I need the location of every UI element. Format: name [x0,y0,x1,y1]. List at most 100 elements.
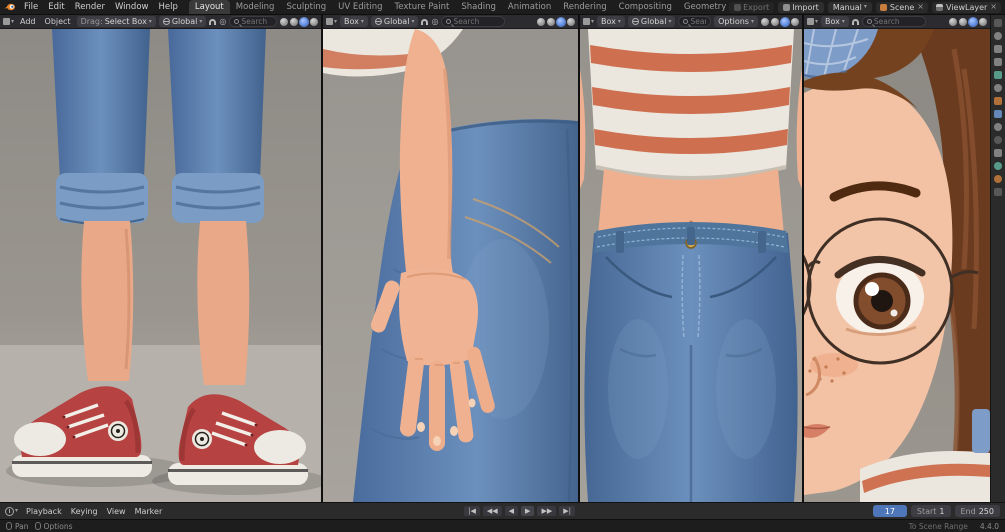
view-layer-properties-icon[interactable] [994,58,1002,66]
export-button[interactable]: Export [729,1,775,13]
previous-keyframe-button[interactable]: ◀◀ [482,505,502,517]
viewport-1-canvas[interactable] [0,29,321,502]
editor-type-icon[interactable]: ▾ [583,18,594,25]
viewport-2-header: ▾ Box ▾ Global ▾ ◎ [323,15,578,29]
wireframe-shading-icon[interactable] [761,17,769,26]
menu-help[interactable]: Help [153,2,182,12]
solid-shading-icon[interactable] [959,17,967,26]
wireframe-shading-icon[interactable] [537,17,545,26]
editor-type-icon[interactable]: ▾ [326,18,337,25]
tab-uv-editing[interactable]: UV Editing [332,0,388,14]
menu-file[interactable]: File [19,2,43,12]
search-input[interactable] [453,17,501,26]
menu-edit[interactable]: Edit [43,2,69,12]
editor-type-icon[interactable]: ▾ [3,18,14,25]
snap-magnet-icon[interactable] [209,18,217,25]
import-button[interactable]: Import [778,1,824,13]
tab-layout[interactable]: Layout [188,0,230,14]
active-tool-dropdown[interactable]: Box ▾ [597,16,625,27]
wireframe-shading-icon[interactable] [949,17,957,26]
timeline-editor-type-icon[interactable]: ▾ [5,506,18,516]
tab-animation[interactable]: Animation [502,0,557,14]
particles-properties-icon[interactable] [994,123,1002,131]
search-input[interactable] [873,17,921,26]
add-menu[interactable]: Add [17,17,39,26]
snap-magnet-icon[interactable] [421,18,429,25]
options-hint: Options [34,522,73,531]
proportional-editing-icon[interactable]: ◎ [219,17,226,26]
jump-to-end-button[interactable]: ▶| [559,505,575,517]
start-frame-field[interactable]: Start 1 [910,505,951,517]
snap-magnet-icon[interactable] [851,18,859,25]
tab-texture-paint[interactable]: Texture Paint [389,0,456,14]
scene-unlink-icon[interactable]: × [917,3,924,11]
scene-properties-icon[interactable] [994,71,1002,79]
solid-shading-icon[interactable] [290,17,298,26]
chevron-down-icon: ▾ [591,17,595,25]
rendered-shading-icon[interactable] [791,17,799,26]
viewport-2-canvas[interactable] [323,29,578,502]
proportional-editing-icon[interactable]: ◎ [431,17,438,26]
manual-button[interactable]: Manual ▾ [827,1,872,13]
orientation-dropdown[interactable]: Global ▾ [370,16,419,27]
marker-menu[interactable]: Marker [131,507,167,516]
tab-rendering[interactable]: Rendering [557,0,612,14]
material-preview-icon[interactable] [781,17,789,26]
render-properties-icon[interactable] [994,32,1002,40]
viewlayer-remove-icon[interactable]: × [990,3,997,11]
object-properties-icon[interactable] [994,97,1002,105]
play-reverse-button[interactable]: ◀ [504,505,519,517]
search-icon [446,19,452,24]
jump-to-start-button[interactable]: |◀ [464,505,480,517]
tab-geometry-nodes[interactable]: Geometry Nodes [678,0,729,14]
object-data-properties-icon[interactable] [994,162,1002,170]
material-preview-icon[interactable] [557,17,565,26]
world-properties-icon[interactable] [994,84,1002,92]
play-button[interactable]: ▶ [521,505,535,517]
view-menu[interactable]: View [103,507,130,516]
tab-compositing[interactable]: Compositing [613,0,678,14]
keying-menu[interactable]: Keying [67,507,102,516]
viewport-4-canvas[interactable] [804,29,990,502]
material-preview-icon[interactable] [300,17,308,26]
scene-selector[interactable]: Scene × [875,1,928,13]
material-properties-icon[interactable] [994,175,1002,183]
active-tool-dropdown[interactable]: Drag: Select Box ▾ [76,16,156,27]
texture-properties-icon[interactable] [994,188,1002,196]
next-keyframe-button[interactable]: ▶▶ [537,505,557,517]
viewlayer-selector[interactable]: ViewLayer × [932,1,1001,13]
solid-shading-icon[interactable] [547,17,555,26]
editor-type-icon[interactable]: ▾ [807,18,818,25]
active-tool-dropdown[interactable]: Box ▾ [340,16,368,27]
viewport-3-canvas[interactable] [580,29,802,502]
search-input[interactable] [241,17,272,26]
options-dropdown[interactable]: Options ▾ [714,16,758,27]
search-input[interactable] [690,17,707,26]
wireframe-shading-icon[interactable] [280,17,288,26]
constraints-properties-icon[interactable] [994,149,1002,157]
tab-shading[interactable]: Shading [455,0,502,14]
physics-properties-icon[interactable] [994,136,1002,144]
menu-render[interactable]: Render [70,2,110,12]
shading-mode-group [761,17,799,26]
output-properties-icon[interactable] [994,45,1002,53]
rendered-shading-icon[interactable] [310,17,318,26]
tab-sculpting[interactable]: Sculpting [280,0,332,14]
viewport-3-header: ▾ Box ▾ Global ▾ Options [580,15,802,29]
tab-modeling[interactable]: Modeling [230,0,281,14]
solid-shading-icon[interactable] [771,17,779,26]
modifier-properties-icon[interactable] [994,110,1002,118]
end-frame-field[interactable]: End 250 [954,505,1000,517]
current-frame-field[interactable]: 17 [872,505,907,517]
blender-logo-icon[interactable] [4,2,16,12]
menu-window[interactable]: Window [110,2,154,12]
rendered-shading-icon[interactable] [567,17,575,26]
material-preview-icon[interactable] [969,17,977,26]
playback-menu[interactable]: Playback [22,507,66,516]
object-menu[interactable]: Object [42,17,74,26]
rendered-shading-icon[interactable] [979,17,987,26]
orientation-dropdown[interactable]: Global ▾ [158,16,207,27]
active-tool-dropdown[interactable]: Box ▾ [821,16,849,27]
orientation-dropdown[interactable]: Global ▾ [627,16,676,27]
tool-properties-icon[interactable] [994,19,1002,27]
